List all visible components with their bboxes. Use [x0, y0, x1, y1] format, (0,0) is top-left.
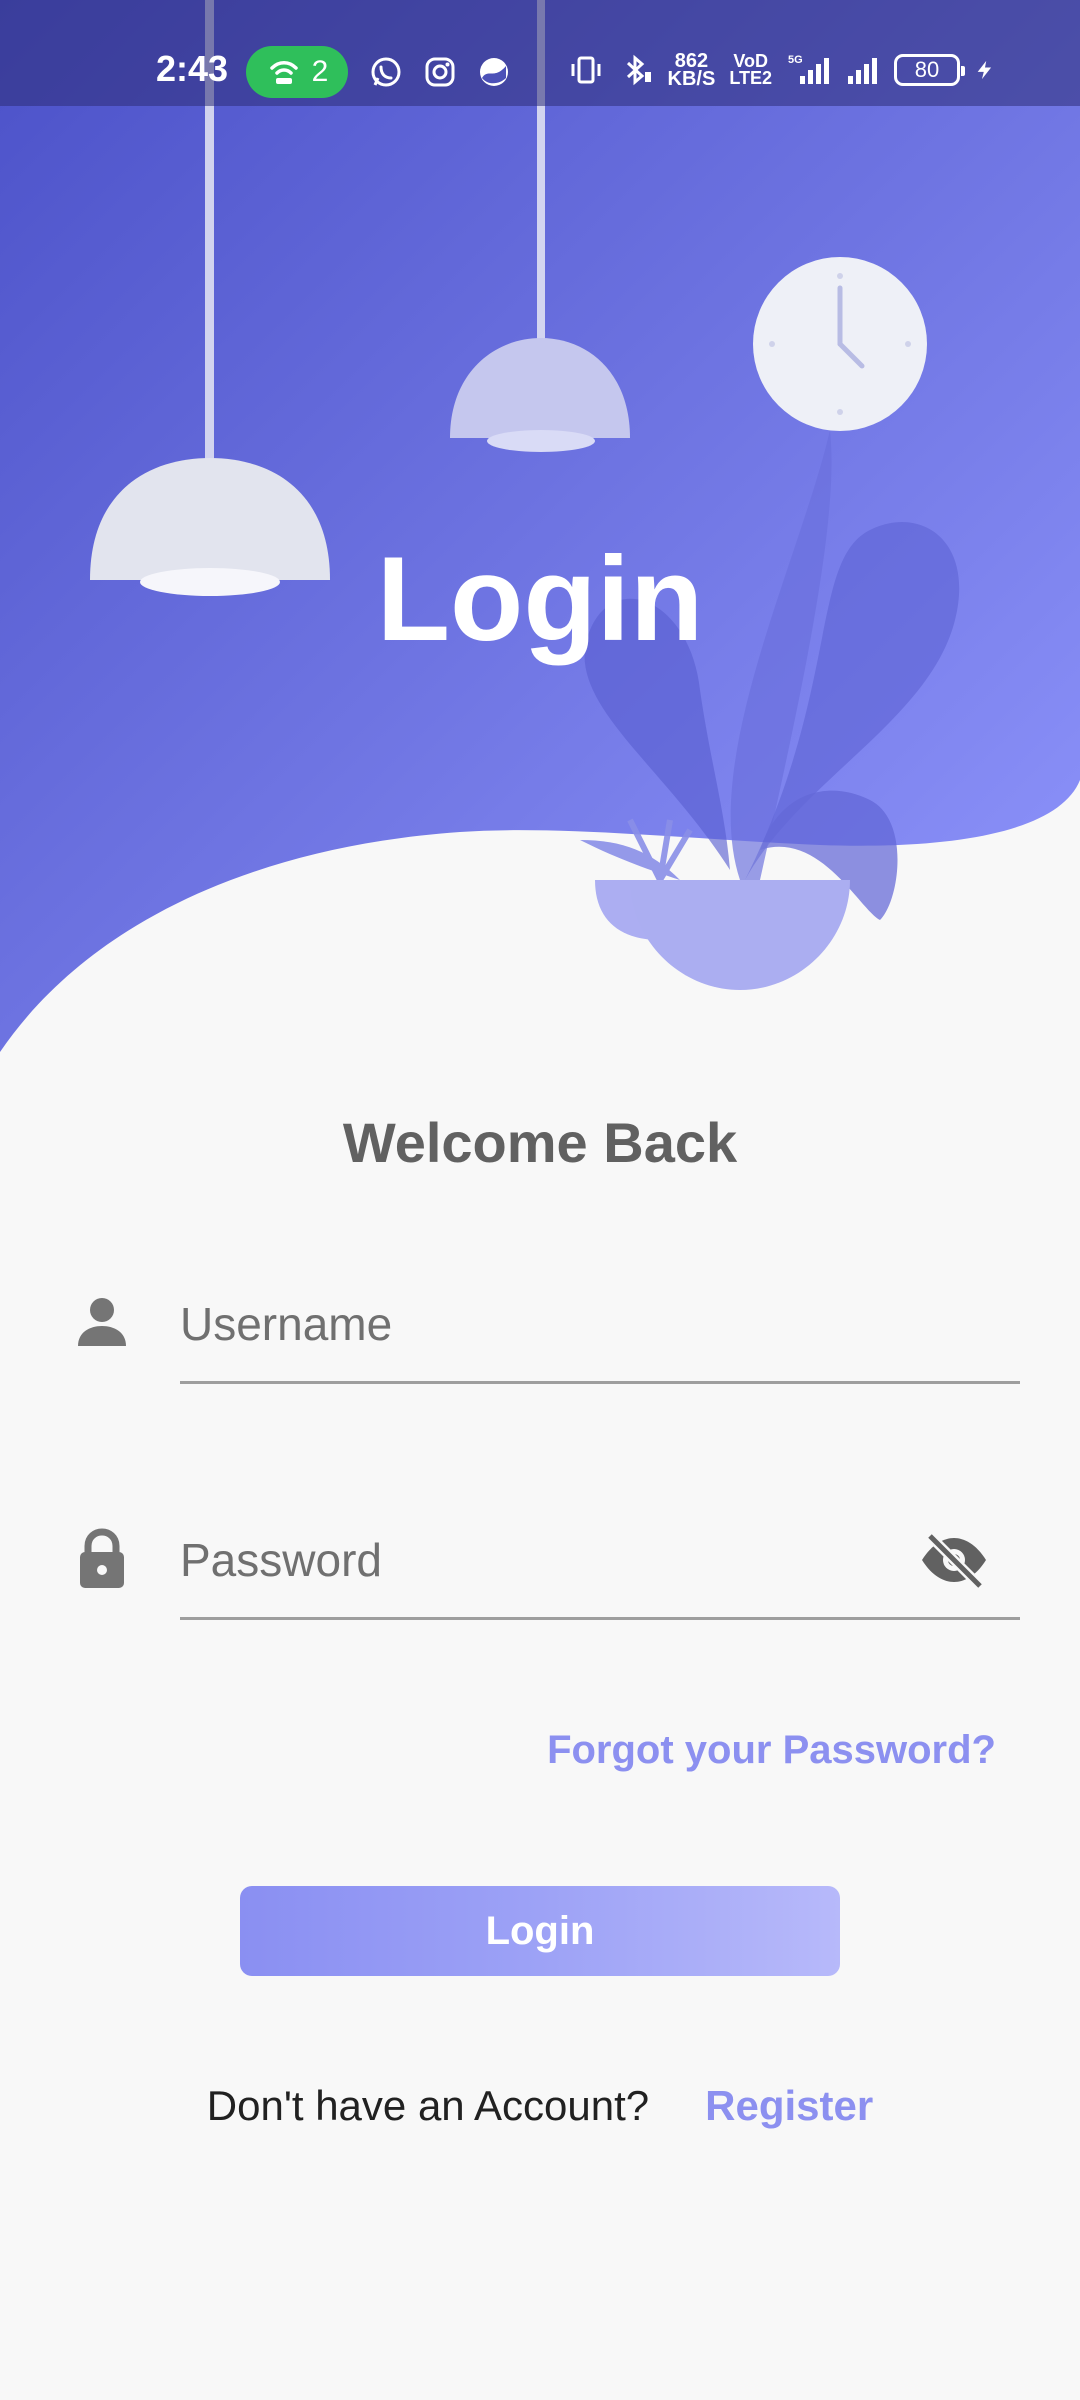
password-input[interactable] [180, 1502, 1020, 1620]
clock-illustration [753, 257, 927, 431]
status-time: 2:43 [156, 48, 229, 89]
notification-icons [368, 54, 512, 90]
hotspot-icon [269, 61, 298, 84]
signal-5g-icon: 5G [788, 54, 829, 84]
hotspot-indicator[interactable]: 2 [246, 46, 348, 98]
gallery-app-icon [480, 58, 508, 86]
network-type: 5G [788, 54, 803, 66]
battery-indicator: 80 [894, 54, 965, 86]
status-bar: 2:43 2 862 KB/S VoD LTE2 5G 80 [0, 0, 1080, 106]
username-field [60, 1266, 1020, 1386]
charging-icon [977, 60, 992, 80]
vibrate-icon [571, 56, 601, 84]
register-row: Don't have an Account? Register [0, 2082, 1080, 2130]
eye-off-icon[interactable] [918, 1530, 990, 1590]
login-button[interactable]: Login [240, 1886, 840, 1976]
page-title: Login [376, 532, 704, 666]
login-screen: Login 2:43 2 862 KB/S VoD LTE2 5G 80 Wel… [0, 0, 1080, 2400]
instagram-icon [425, 57, 455, 87]
username-input[interactable] [180, 1266, 1020, 1384]
whatsapp-icon [371, 57, 401, 87]
bluetooth-icon [626, 54, 651, 86]
hotspot-count: 2 [311, 55, 329, 88]
forgot-password-link[interactable]: Forgot your Password? [547, 1728, 996, 1773]
register-link[interactable]: Register [705, 2082, 873, 2130]
network-speed: 862 KB/S [667, 50, 716, 90]
volte-indicator: VoD LTE2 [729, 51, 772, 88]
password-field [60, 1502, 1020, 1622]
lock-icon [80, 1528, 124, 1588]
welcome-heading: Welcome Back [342, 1111, 738, 1174]
signal-icon [848, 58, 877, 84]
system-status-icons: 862 KB/S VoD LTE2 5G 80 [568, 50, 996, 90]
register-prompt: Don't have an Account? [206, 2082, 650, 2129]
header-illustration: Login [0, 0, 1080, 1060]
person-icon [78, 1298, 126, 1346]
